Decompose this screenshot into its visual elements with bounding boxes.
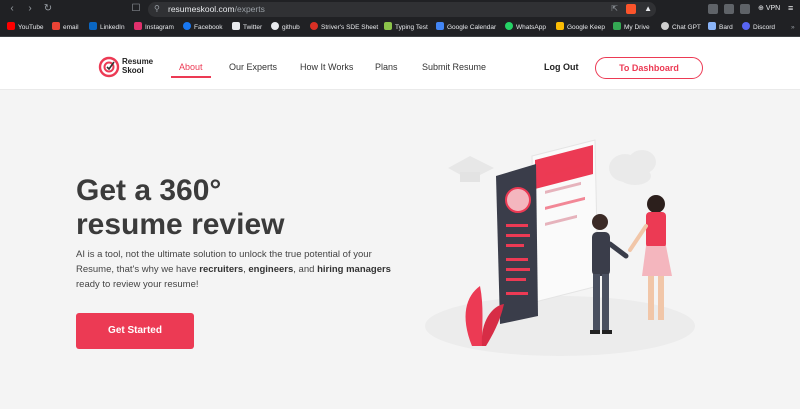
back-icon[interactable]: ‹	[6, 3, 18, 15]
bookmark-twitter[interactable]: Twitter	[232, 22, 262, 34]
browser-toolbar: ‹ › ↻ ☐ ⚲ resumeskool.com/experts ⇱ ▲ ⊕ …	[0, 0, 800, 19]
bookmark-strivers-sheet[interactable]: Striver's SDE Sheet	[310, 22, 378, 34]
hero-description: AI is a tool, not the ultimate solution …	[76, 247, 406, 292]
active-tab-underline	[171, 76, 211, 78]
sidebar-icon[interactable]	[724, 4, 734, 14]
x-icon	[232, 22, 240, 30]
site-header: Resume Skool About Our Experts How It Wo…	[0, 37, 800, 90]
gmail-icon	[52, 22, 60, 30]
nav-plans[interactable]: Plans	[375, 62, 398, 72]
bookmark-chat-gpt[interactable]: Chat GPT	[661, 22, 701, 34]
forward-icon[interactable]: ›	[24, 3, 36, 15]
bookmark-typing-test[interactable]: Typing Test	[384, 22, 428, 34]
resume-sheet-back	[531, 139, 599, 303]
discord-icon	[742, 22, 750, 30]
logo-line-2: Skool	[122, 66, 144, 75]
graduation-cap-icon	[448, 156, 494, 182]
bookmark-linkedin[interactable]: LinkedIn	[89, 22, 125, 34]
bookmark-facebook[interactable]: Facebook	[183, 22, 223, 34]
bookmark-github[interactable]: github	[271, 22, 300, 34]
menu-icon[interactable]: ≡	[788, 3, 793, 13]
instagram-icon	[134, 22, 142, 30]
nav-submit-resume[interactable]: Submit Resume	[422, 62, 486, 72]
hero-title-line-1: Get a 360°	[76, 174, 222, 207]
nav-how-it-works[interactable]: How It Works	[300, 62, 353, 72]
bookmark-email[interactable]: email	[52, 22, 79, 34]
nav-about[interactable]: About	[179, 62, 203, 72]
desc-hiring-managers: hiring managers	[317, 264, 391, 275]
bookmark-bard[interactable]: Bard	[708, 22, 733, 34]
resume-sheet-front	[496, 164, 538, 324]
logout-link[interactable]: Log Out	[544, 62, 579, 72]
bookmark-my-drive[interactable]: My Drive	[613, 22, 650, 34]
striver-icon	[310, 22, 318, 30]
bookmark-google-keep[interactable]: Google Keep	[556, 22, 605, 34]
drive-icon	[613, 22, 621, 30]
cloud-icon	[609, 150, 656, 185]
address-bar[interactable]: ⚲ resumeskool.com/experts ⇱ ▲	[148, 2, 656, 17]
bookmarks-bar: YouTube email LinkedIn Instagram Faceboo…	[0, 19, 800, 37]
bookmark-whatsapp[interactable]: WhatsApp	[505, 22, 546, 34]
bookmark-instagram[interactable]: Instagram	[134, 22, 174, 34]
calendar-icon	[436, 22, 444, 30]
hero-title: Get a 360° resume review	[76, 174, 396, 242]
logo[interactable]: Resume Skool	[98, 55, 158, 79]
extensions-icon[interactable]	[708, 4, 718, 14]
logo-icon	[98, 56, 120, 78]
logo-text: Resume Skool	[122, 57, 153, 75]
more-bookmarks-icon[interactable]: »	[791, 22, 795, 34]
get-started-button[interactable]: Get Started	[76, 313, 194, 349]
chatgpt-icon	[661, 22, 669, 30]
bard-icon	[708, 22, 716, 30]
facebook-icon	[183, 22, 191, 30]
site-info-icon[interactable]: ⚲	[154, 4, 160, 13]
brave-shield-icon[interactable]	[626, 4, 636, 14]
floor-shadow	[425, 296, 695, 356]
logo-line-1: Resume	[122, 57, 154, 66]
whatsapp-icon	[505, 22, 513, 30]
dashboard-button[interactable]: To Dashboard	[595, 57, 703, 79]
bookmark-youtube[interactable]: YouTube	[7, 22, 44, 34]
bookmark-discord[interactable]: Discord	[742, 22, 775, 34]
rewards-icon[interactable]: ▲	[644, 4, 652, 13]
hero-section: Get a 360° resume review AI is a tool, n…	[0, 90, 800, 409]
github-icon	[271, 22, 279, 30]
vpn-button[interactable]: ⊕ VPN	[758, 4, 780, 12]
nav-our-experts[interactable]: Our Experts	[229, 62, 277, 72]
bookmark-star-icon[interactable]: ☐	[130, 3, 142, 15]
desc-text-4: ready to review your resume!	[76, 279, 199, 290]
bookmark-google-calendar[interactable]: Google Calendar	[436, 22, 496, 34]
typing-test-icon	[384, 22, 392, 30]
woman-figure	[628, 195, 672, 320]
url-text: resumeskool.com/experts	[168, 4, 265, 14]
keep-icon	[556, 22, 564, 30]
reload-icon[interactable]: ↻	[42, 3, 54, 15]
desc-text-3: , and	[293, 264, 318, 275]
share-icon[interactable]: ⇱	[611, 4, 618, 13]
linkedin-icon	[89, 22, 97, 30]
resume-review-illustration	[425, 139, 695, 356]
hero-title-line-2: resume review	[76, 208, 285, 241]
desc-recruiters: recruiters	[199, 264, 244, 275]
desc-engineers: engineers	[248, 264, 294, 275]
wallet-icon[interactable]	[740, 4, 750, 14]
youtube-icon	[7, 22, 15, 30]
